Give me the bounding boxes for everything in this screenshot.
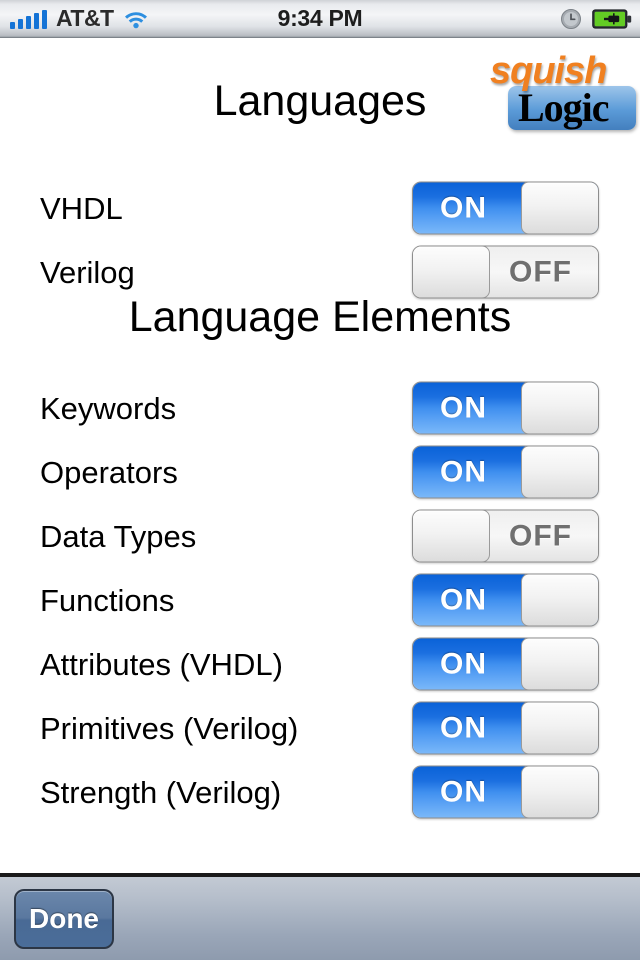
- toggle-vhdl[interactable]: ON: [412, 181, 599, 235]
- setting-row-vhdl[interactable]: VHDL ON: [0, 176, 640, 240]
- toggle-state-label: OFF: [509, 519, 572, 552]
- status-bar: AT&T 9:34 PM: [0, 0, 640, 38]
- toggle-state-label: ON: [440, 775, 487, 808]
- wifi-icon: [123, 9, 149, 29]
- toggle-state-label: ON: [440, 711, 487, 744]
- setting-row-attributes-vhdl[interactable]: Attributes (VHDL) ON: [0, 632, 640, 696]
- app-screen: AT&T 9:34 PM squish Logic Languages VHDL…: [0, 0, 640, 960]
- toggle-knob[interactable]: [521, 574, 598, 626]
- toggle-state-label: ON: [440, 191, 487, 224]
- setting-row-functions[interactable]: Functions ON: [0, 568, 640, 632]
- toggle-knob[interactable]: [413, 510, 490, 562]
- setting-row-keywords[interactable]: Keywords ON: [0, 376, 640, 440]
- battery-charging-icon: [592, 8, 632, 30]
- setting-label-strength-verilog: Strength (Verilog): [40, 774, 282, 810]
- setting-row-strength-verilog[interactable]: Strength (Verilog) ON: [0, 760, 640, 824]
- toggle-knob[interactable]: [413, 246, 490, 298]
- toggle-knob[interactable]: [521, 382, 598, 434]
- language-elements-rows: Keywords ON Operators ON Data Types OFF …: [0, 376, 640, 824]
- logo-squish-text: squish: [490, 50, 607, 92]
- toggle-primitives-verilog[interactable]: ON: [412, 701, 599, 755]
- setting-label-data-types: Data Types: [40, 518, 197, 554]
- toggle-strength-verilog[interactable]: ON: [412, 765, 599, 819]
- carrier-label: AT&T: [56, 5, 114, 31]
- toggle-keywords[interactable]: ON: [412, 381, 599, 435]
- toggle-state-label: ON: [440, 391, 487, 424]
- setting-label-operators: Operators: [40, 454, 178, 490]
- toggle-knob[interactable]: [521, 702, 598, 754]
- status-bar-right: [560, 8, 632, 30]
- status-bar-left: AT&T: [0, 7, 149, 30]
- toggle-state-label: ON: [440, 647, 487, 680]
- setting-label-attributes-vhdl: Attributes (VHDL): [40, 646, 283, 682]
- bottom-toolbar: Done: [0, 873, 640, 960]
- toggle-functions[interactable]: ON: [412, 573, 599, 627]
- toggle-knob[interactable]: [521, 638, 598, 690]
- toggle-state-label: OFF: [509, 255, 572, 288]
- toggle-state-label: ON: [440, 583, 487, 616]
- done-button[interactable]: Done: [14, 888, 114, 949]
- toggle-attributes-vhdl[interactable]: ON: [412, 637, 599, 691]
- setting-label-verilog: Verilog: [40, 254, 135, 290]
- settings-content: Languages VHDL ON Verilog OFF Language E…: [0, 38, 640, 873]
- setting-label-vhdl: VHDL: [40, 190, 123, 226]
- toggle-knob[interactable]: [521, 182, 598, 234]
- setting-label-keywords: Keywords: [40, 390, 177, 426]
- toggle-state-label: ON: [440, 455, 487, 488]
- languages-rows: VHDL ON Verilog OFF: [0, 176, 640, 304]
- toggle-data-types[interactable]: OFF: [412, 509, 599, 563]
- setting-row-primitives-verilog[interactable]: Primitives (Verilog) ON: [0, 696, 640, 760]
- status-time: 9:34 PM: [277, 5, 363, 31]
- setting-label-primitives-verilog: Primitives (Verilog): [40, 710, 299, 746]
- toggle-knob[interactable]: [521, 766, 598, 818]
- alarm-clock-icon: [560, 8, 582, 30]
- section-header-language-elements: Language Elements: [128, 293, 512, 341]
- toggle-operators[interactable]: ON: [412, 445, 599, 499]
- toggle-verilog[interactable]: OFF: [412, 245, 599, 299]
- signal-bars-icon: [10, 9, 47, 29]
- done-button-label: Done: [29, 902, 99, 934]
- setting-row-operators[interactable]: Operators ON: [0, 440, 640, 504]
- setting-row-data-types[interactable]: Data Types OFF: [0, 504, 640, 568]
- setting-label-functions: Functions: [40, 582, 175, 618]
- toggle-knob[interactable]: [521, 446, 598, 498]
